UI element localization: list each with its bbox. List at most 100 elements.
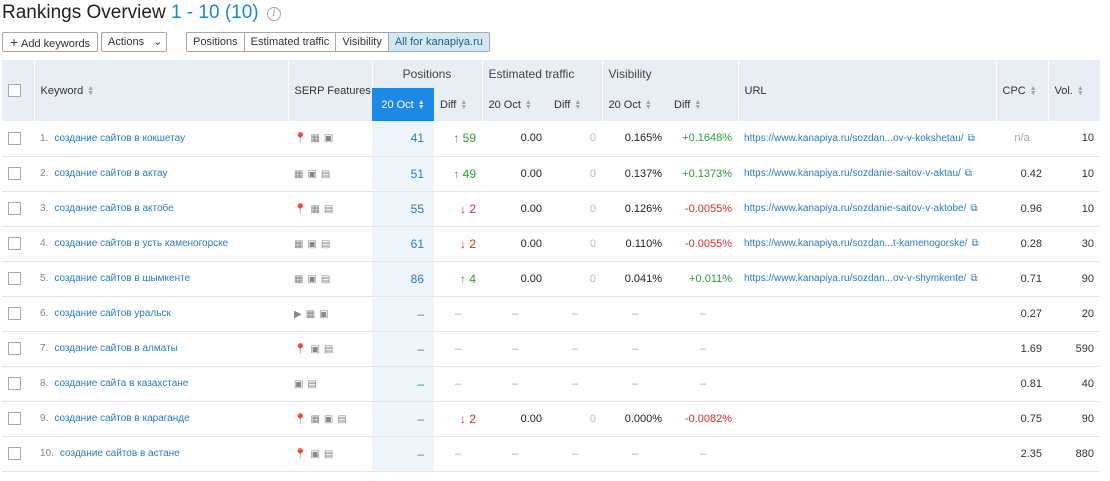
keyword-link[interactable]: создание сайта в казахстане xyxy=(54,378,188,389)
row-number: 10. xyxy=(40,448,54,459)
col-positions-date[interactable]: 20 Oct ▲ ▼ xyxy=(372,88,434,121)
col-cpc[interactable]: CPC ▲ ▼ xyxy=(995,60,1049,121)
row-checkbox[interactable] xyxy=(8,237,21,250)
col-positions-diff[interactable]: Diff ▲ ▼ xyxy=(434,88,483,121)
view-tab-all[interactable]: All for kanapiya.ru xyxy=(388,33,489,51)
url-link[interactable]: https://www.kanapiya.ru/sozdanie-saitov-… xyxy=(744,168,961,179)
row-checkbox[interactable] xyxy=(8,202,21,215)
position-diff: – xyxy=(434,366,483,402)
row-checkbox[interactable] xyxy=(8,447,21,460)
keyword-link[interactable]: создание сайтов в актау xyxy=(54,168,167,179)
row-checkbox[interactable] xyxy=(8,167,21,180)
keyword-link[interactable]: создание сайтов уральск xyxy=(54,308,170,319)
chevron-down-icon: ⌄ xyxy=(153,36,163,48)
keyword-link[interactable]: создание сайтов в караганде xyxy=(54,413,189,424)
keyword-cell: 9. создание сайтов в караганде xyxy=(34,401,288,437)
table-row: 10. создание сайтов в астане 📍▣▤ – – – – – –2.35… xyxy=(2,436,1101,472)
url-cell xyxy=(738,296,997,332)
add-keywords-label: Add keywords xyxy=(21,38,91,50)
col-traffic-diff[interactable]: Diff ▲ ▼ xyxy=(548,88,603,121)
serp-feature-icons: ▦▣▤ xyxy=(294,168,335,180)
keyword-link[interactable]: создание сайтов в усть каменогорске xyxy=(54,238,228,249)
url-link[interactable]: https://www.kanapiya.ru/sozdan...ov-v-ko… xyxy=(744,133,964,144)
serp-features-cell: ▦▣▤ xyxy=(288,261,372,297)
row-checkbox[interactable] xyxy=(8,131,21,145)
serp-features-cell: 📍▣▤ xyxy=(288,436,372,472)
volume-value: 10 xyxy=(1048,191,1101,227)
keyword-link[interactable]: создание сайтов в актобе xyxy=(54,203,173,214)
visibility-value: 0.165% xyxy=(602,121,669,157)
keyword-link[interactable]: создание сайтов в кокшетау xyxy=(54,133,185,144)
position-value[interactable]: – xyxy=(372,296,434,332)
position-value[interactable]: – xyxy=(372,436,434,472)
cpc-value: 0.42 xyxy=(996,156,1049,192)
col-visibility-diff[interactable]: Diff ▲ ▼ xyxy=(668,88,739,121)
traffic-value: – xyxy=(482,366,549,402)
view-tab-estimated-traffic[interactable]: Estimated traffic xyxy=(244,33,337,51)
visibility-diff: -0.0055% xyxy=(668,226,739,262)
serp-features-cell: ▶▦▣ xyxy=(288,296,372,332)
col-keyword[interactable]: Keyword ▲ ▼ xyxy=(33,60,288,121)
serp-feature-icons: 📍▣▤ xyxy=(294,448,338,460)
row-checkbox[interactable] xyxy=(8,272,21,285)
external-link-icon[interactable]: ⧉ xyxy=(965,168,972,179)
serp-features-cell: ▦▣▤ xyxy=(288,226,372,262)
row-select-cell xyxy=(2,191,34,227)
keyword-link[interactable]: создание сайтов в алматы xyxy=(54,343,178,354)
info-icon[interactable]: i xyxy=(266,7,281,21)
keyword-cell: 5. создание сайтов в шымкенте xyxy=(34,261,288,297)
position-diff: – xyxy=(434,331,483,367)
url-link[interactable]: https://www.kanapiya.ru/sozdan...t-kamen… xyxy=(744,238,967,249)
keyword-link[interactable]: создание сайтов в шымкенте xyxy=(54,273,190,284)
external-link-icon[interactable]: ⧉ xyxy=(970,273,977,284)
add-keywords-button[interactable]: + Add keywords xyxy=(2,32,98,52)
table-row: 4. создание сайтов в усть каменогорске ▦▣▤… xyxy=(2,226,1101,262)
sort-icon: ▲ ▼ xyxy=(574,98,582,111)
row-checkbox[interactable] xyxy=(8,412,21,425)
position-value[interactable]: – xyxy=(372,366,434,402)
position-value[interactable]: 41 xyxy=(372,121,434,157)
visibility-value: 0.110% xyxy=(602,226,669,262)
row-number: 8. xyxy=(40,378,49,389)
url-cell: https://www.kanapiya.ru/sozdan...ov-v-ko… xyxy=(738,121,997,157)
row-checkbox[interactable] xyxy=(8,307,21,320)
url-cell xyxy=(738,436,997,472)
select-all-checkbox[interactable] xyxy=(8,84,21,97)
visibility-value: – xyxy=(602,331,669,367)
row-select-cell xyxy=(2,436,34,472)
position-value[interactable]: 51 xyxy=(372,156,434,192)
url-link[interactable]: https://www.kanapiya.ru/sozdan...ov-v-sh… xyxy=(744,273,966,284)
col-traffic-date[interactable]: 20 Oct ▲ ▼ xyxy=(481,88,549,121)
traffic-value: – xyxy=(482,296,549,332)
page-header: Rankings Overview 1 - 10 (10) i xyxy=(0,0,1110,28)
col-visibility-date[interactable]: 20 Oct ▲ ▼ xyxy=(601,88,669,121)
page-title-text: Rankings Overview xyxy=(2,2,166,23)
row-number: 6. xyxy=(40,308,49,319)
position-value[interactable]: 55 xyxy=(372,191,434,227)
visibility-diff: – xyxy=(668,331,739,367)
url-cell: https://www.kanapiya.ru/sozdan...ov-v-sh… xyxy=(738,261,997,297)
row-number: 4. xyxy=(40,238,49,249)
position-value[interactable]: 61 xyxy=(372,226,434,262)
external-link-icon[interactable]: ⧉ xyxy=(970,203,977,214)
external-link-icon[interactable]: ⧉ xyxy=(968,133,975,144)
traffic-diff: – xyxy=(548,331,603,367)
actions-dropdown[interactable]: Actions ⌄ xyxy=(101,32,167,52)
keyword-link[interactable]: создание сайтов в астане xyxy=(60,448,180,459)
url-cell: https://www.kanapiya.ru/sozdan...t-kamen… xyxy=(738,226,997,262)
row-checkbox[interactable] xyxy=(8,342,21,355)
position-value[interactable]: – xyxy=(372,401,434,437)
serp-features-cell: 📍▦▣ xyxy=(288,121,372,157)
visibility-diff: -0.0055% xyxy=(668,191,739,227)
row-checkbox[interactable] xyxy=(8,377,21,390)
external-link-icon[interactable]: ⧉ xyxy=(971,238,978,249)
view-tab-visibility[interactable]: Visibility xyxy=(336,33,389,51)
sort-icon: ▲ ▼ xyxy=(417,98,425,111)
view-tab-positions[interactable]: Positions xyxy=(187,33,245,51)
sort-icon: ▲ ▼ xyxy=(1029,84,1037,97)
url-link[interactable]: https://www.kanapiya.ru/sozdanie-saitov-… xyxy=(744,203,966,214)
serp-feature-icons: ▦▣▤ xyxy=(294,273,335,285)
col-vol[interactable]: Vol. ▲ ▼ xyxy=(1047,60,1101,121)
position-value[interactable]: – xyxy=(372,331,434,367)
position-value[interactable]: 86 xyxy=(372,261,434,297)
